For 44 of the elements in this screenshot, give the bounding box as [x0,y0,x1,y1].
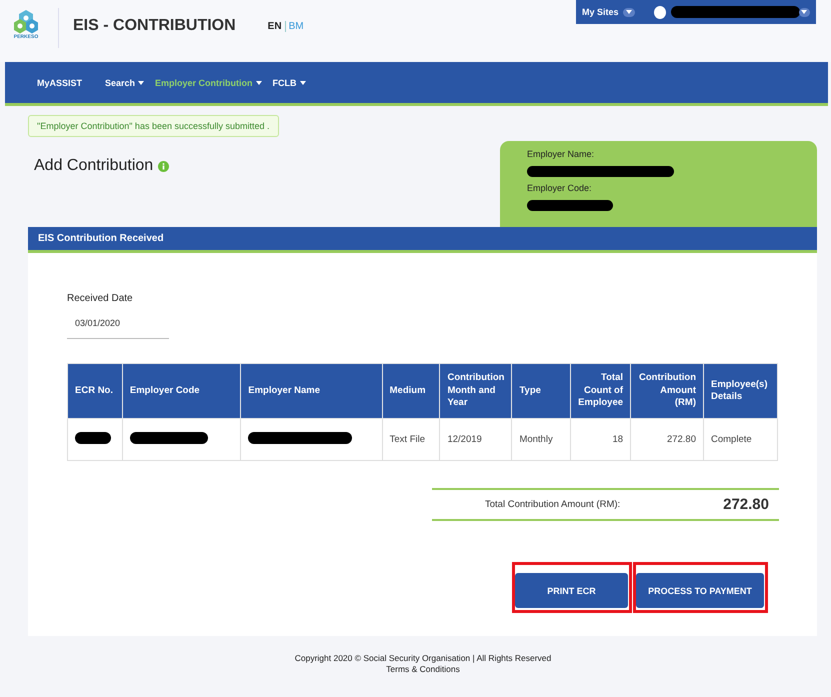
nav-item[interactable]: Search [105,78,144,88]
print-button[interactable]: PRINT ECR [515,573,628,608]
language-link[interactable]: EN [264,21,285,32]
terms-link[interactable]: Terms & Conditions [386,665,460,674]
table-cell: 272.80 [630,418,704,460]
column-header: Employer Name [240,364,382,418]
table-cell: Monthly [512,418,571,460]
my-sites-button[interactable]: My Sites [582,7,635,17]
total-amount: 272.80 [723,496,769,513]
employer-field-label: Employer Code: [527,183,593,193]
caret-icon [138,80,144,84]
app-title: EIS - CONTRIBUTION [73,17,236,35]
page-title: Add Contribution [34,157,154,175]
nav-item[interactable]: Employer Contribution [155,78,262,88]
payment-button[interactable]: PROCESS TO PAYMENT [636,573,764,608]
table-cell: Complete [704,418,778,460]
nav-item[interactable]: MyASSIST [37,78,82,88]
column-header: Total Count of Employee [570,364,631,418]
section-header: EIS Contribution Received [28,227,817,253]
nav-item[interactable]: FCLB [272,78,306,88]
table-cell: 18 [570,418,631,460]
column-header: Employee(s) Details [704,364,778,418]
table-cell: Text File [382,418,440,460]
field-label: Received Date [67,293,134,304]
date-field[interactable]: 03/01/2020 [67,304,169,339]
avatar-icon [654,6,666,18]
caret-icon [626,10,632,14]
employer-field-label: Employer Name: [527,149,596,159]
info-icon [158,160,170,172]
copyright-text: Copyright 2020 © Social Security Organisation | All Rights Reserved [294,653,552,663]
caret-icon [300,80,306,84]
redaction-mark [75,432,111,444]
column-header: Type [512,364,571,418]
caret-icon [801,10,808,14]
column-header: Contribution Month and Year [440,364,512,418]
column-header: Employer Code [122,364,241,418]
table-cell: 12/2019 [440,418,512,460]
success-message: "Employer Contribution" has been successfully submitted . [28,115,279,137]
column-header: ECR No. [68,364,122,418]
column-header: Medium [382,364,440,418]
column-header: Contribution Amount (RM) [630,364,704,418]
total-label: Total Contribution Amount (RM): [485,499,620,510]
caret-icon [256,80,262,84]
logo-icon [13,10,39,34]
